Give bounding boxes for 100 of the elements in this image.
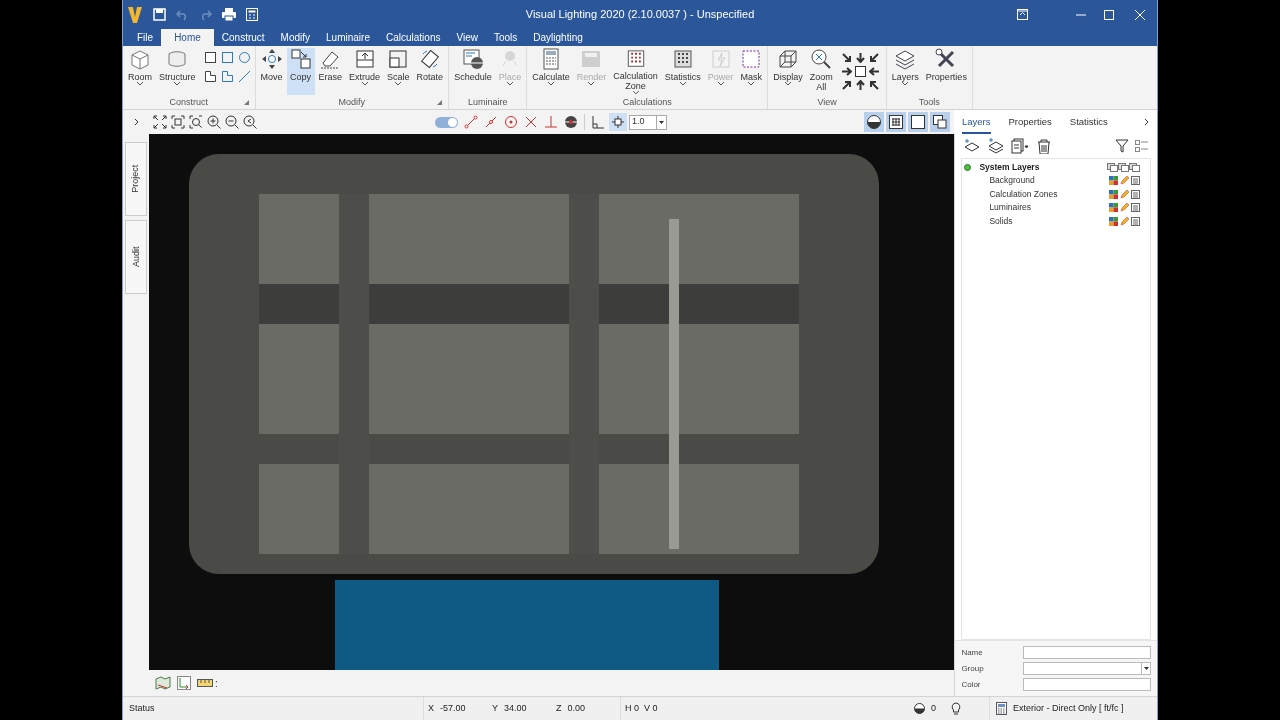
hv-readout: H 0 V 0 [620,697,672,720]
text-field[interactable] [1023,646,1151,659]
arrow-icon[interactable] [868,80,880,91]
menu-tab[interactable]: Tools [485,29,526,46]
arrow-icon[interactable] [840,80,852,91]
menu-tab[interactable]: Home [161,29,214,46]
ribbon-button[interactable]: Display [770,48,806,95]
ribbon-button[interactable]: Scale [384,48,413,95]
menu-tab[interactable]: Daylighting [525,29,591,46]
ribbon-button[interactable]: Calculate [529,48,573,95]
polygon-icon[interactable] [220,70,234,83]
arrow-icon[interactable] [868,52,880,63]
ruler-icon[interactable] [196,678,213,688]
panel-tab[interactable]: Statistics [1069,114,1108,134]
zoom-out-icon[interactable] [225,115,239,129]
menu-tab[interactable]: View [448,29,486,46]
menu-tab[interactable]: File [129,29,162,46]
launcher-icon[interactable] [437,100,443,105]
ribbon-button[interactable]: Mask [737,48,766,95]
grid-snap-icon[interactable] [611,115,625,129]
arrow-icon[interactable] [840,66,852,77]
ribbon-button[interactable]: Room [125,48,155,95]
snap-value-field[interactable]: 1.0 [629,114,667,130]
ribbon-button[interactable]: Properties [922,48,970,95]
ribbon-button[interactable]: Calculation Zone [610,48,661,95]
midpoint-snap-icon[interactable] [484,115,498,129]
list-options-icon[interactable] [1135,139,1149,153]
restore-ribbon-icon[interactable] [1017,9,1028,20]
text-field[interactable] [1023,678,1151,691]
center-snap-icon[interactable] [504,115,518,129]
ribbon-button[interactable]: Move [257,48,286,95]
document-menu-icon[interactable] [1011,138,1030,154]
ribbon-button[interactable]: Zoom All [806,48,836,95]
launcher-icon[interactable] [243,100,249,105]
menu-tab[interactable]: Construct [213,29,273,46]
stacked-windows-icon[interactable] [1118,163,1129,172]
color-swatch-icon[interactable] [1109,189,1118,199]
calculator-icon[interactable] [1131,203,1140,213]
square-icon[interactable] [854,66,866,77]
zoom-in-icon[interactable] [207,115,221,129]
grid-view-icon[interactable] [888,114,904,130]
tree-item[interactable]: Calculation Zones [989,187,1058,201]
tree-item[interactable]: Luminaires [989,201,1031,215]
ribbon-button[interactable]: Layers [888,48,922,95]
arrow-icon[interactable] [840,52,852,63]
tree-item[interactable]: System Layers [979,161,1040,174]
color-swatch-icon[interactable] [1109,203,1118,213]
calculator-icon[interactable] [1131,189,1140,199]
ribbon-button[interactable]: Rotate [413,48,447,95]
tree-item[interactable]: Background [989,174,1035,188]
stacked-windows-icon[interactable] [1107,163,1118,172]
stacked-windows-icon[interactable] [1129,163,1140,172]
color-swatch-icon[interactable] [1109,176,1118,186]
calculator-icon[interactable] [1131,176,1140,186]
panel-tab[interactable]: Properties [1008,114,1052,134]
line-icon[interactable] [237,70,251,83]
save-icon[interactable] [153,8,166,21]
menu-tab[interactable]: Calculations [378,29,449,46]
ribbon-button[interactable]: Extrude [346,48,384,95]
map-icon[interactable] [154,676,171,690]
tree-item[interactable]: Solids [989,214,1013,228]
ribbon-button[interactable]: Structure [156,48,199,95]
square-view-icon[interactable] [910,114,926,130]
intersection-snap-icon[interactable] [524,115,538,129]
snap-ball-icon[interactable] [564,115,578,129]
chevron-right-icon[interactable] [1144,118,1149,126]
calculator-icon[interactable] [1131,216,1140,226]
print-icon[interactable] [222,8,236,21]
maximize-icon[interactable] [1104,9,1114,20]
ribbon-button[interactable]: Erase [315,48,346,95]
side-tab[interactable]: Audit [124,220,147,294]
arrow-icon[interactable] [854,52,866,63]
chevron-right-icon[interactable] [133,118,139,126]
snap-toggle[interactable] [435,116,458,128]
axes-icon[interactable] [176,676,191,690]
endpoint-snap-icon[interactable] [464,115,478,129]
color-swatch-icon[interactable] [1109,216,1118,226]
polygon-icon[interactable] [203,70,217,83]
side-tab[interactable]: Project [124,142,147,216]
coordinate-label: Y [492,701,498,715]
rectangle-icon[interactable] [203,51,217,64]
filter-icon[interactable] [1115,139,1129,153]
close-icon[interactable] [1135,9,1145,20]
add-layer-icon[interactable] [963,138,982,154]
ribbon-button[interactable]: Copy [286,48,315,95]
arrow-icon[interactable] [854,80,866,91]
menu-tab[interactable]: Modify [272,29,319,46]
hemisphere-icon[interactable] [866,114,882,130]
add-layers-icon[interactable] [987,138,1006,154]
arrow-icon[interactable] [868,66,880,77]
zoom-previous-icon[interactable] [243,115,257,129]
orthogonal-icon[interactable] [591,115,605,129]
zoom-select-icon[interactable] [189,115,203,129]
zoom-window-icon[interactable] [171,115,185,129]
fit-arrows-icon[interactable] [153,115,167,129]
ribbon-button[interactable]: Statistics [661,48,704,95]
ribbon-button[interactable]: Schedule [451,48,495,95]
overlap-view-icon[interactable] [932,114,948,130]
menu-tab[interactable]: Luminaire [318,29,378,46]
circle-icon[interactable] [237,51,251,64]
